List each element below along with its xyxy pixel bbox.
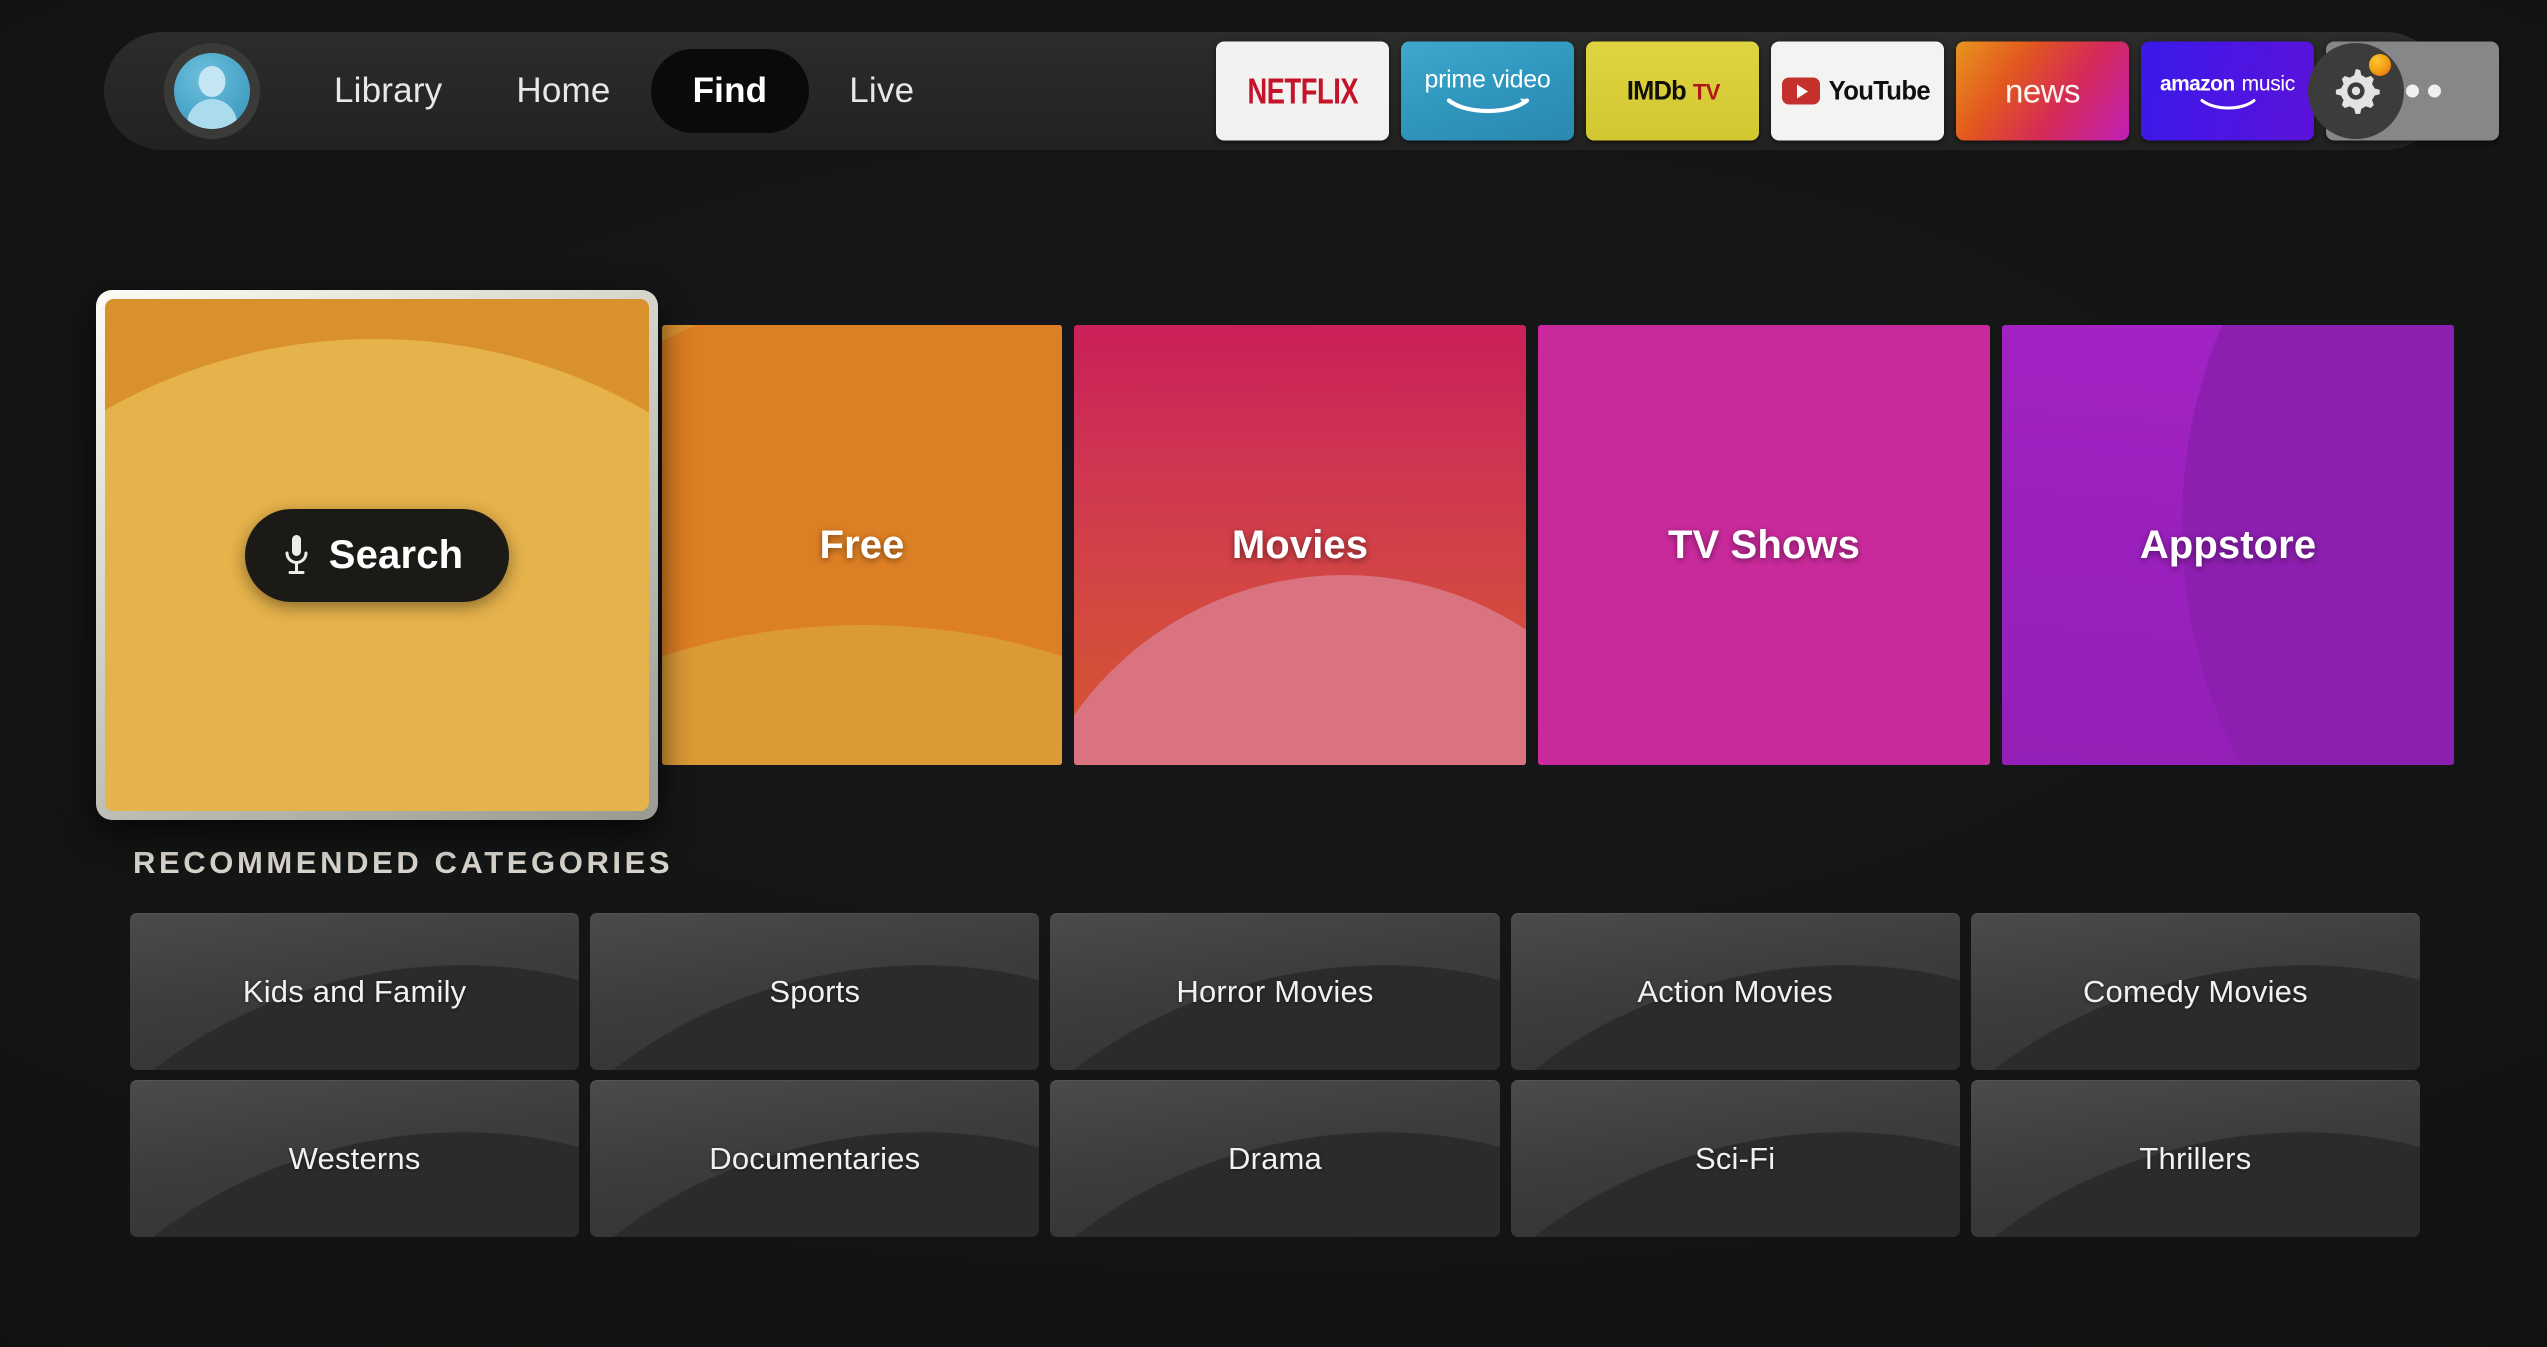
category-tile-westerns[interactable]: Westerns [130, 1080, 580, 1237]
nav-item-home[interactable]: Home [482, 51, 644, 131]
avatar-body-icon [187, 99, 237, 129]
nav-item-library[interactable]: Library [300, 51, 476, 131]
category-tile-drama[interactable]: Drama [1050, 1080, 1500, 1237]
news-logo-text: news [2004, 72, 2081, 109]
recommended-categories-grid: Kids and Family Sports Horror Movies Act… [130, 913, 2420, 1237]
category-tile-sports[interactable]: Sports [590, 913, 1040, 1070]
app-tile-imdb-tv[interactable]: IMDb TV [1586, 41, 1759, 141]
imdb-tv-logo: IMDb TV [1625, 75, 1721, 107]
profile-avatar-button[interactable] [164, 43, 260, 139]
hero-tile-movies[interactable]: Movies [1074, 325, 1526, 765]
category-label: Westerns [288, 1140, 421, 1176]
decorative-blob [1074, 575, 1526, 765]
app-tile-prime-video[interactable]: prime video [1401, 41, 1574, 141]
top-navigation-bar: Library Home Find Live NETFLIX prime vid… [104, 32, 2499, 150]
app-shortcut-tiles: NETFLIX prime video IMDb TV YouTube news… [1216, 41, 2499, 141]
category-label: Thrillers [2139, 1140, 2252, 1176]
hero-tile-search-focused[interactable]: Search [96, 290, 658, 820]
hero-tile-free[interactable]: Free [662, 325, 1062, 765]
nav-items: Library Home Find Live [300, 49, 948, 133]
category-tile-documentaries[interactable]: Documentaries [590, 1080, 1040, 1237]
category-label: Horror Movies [1176, 973, 1374, 1009]
microphone-icon [285, 534, 308, 574]
avatar [174, 53, 250, 129]
netflix-logo-text: NETFLIX [1247, 69, 1358, 112]
app-tile-amazon-music[interactable]: amazon music [2141, 41, 2314, 141]
imdb-tv-suffix-text: TV [1692, 79, 1721, 105]
category-label: Documentaries [709, 1140, 921, 1176]
hero-tile-label: Appstore [2139, 522, 2317, 567]
youtube-logo: YouTube [1782, 76, 1933, 107]
hero-tile-search-surface: Search [105, 299, 649, 811]
category-label: Sports [769, 973, 861, 1009]
category-tile-comedy-movies[interactable]: Comedy Movies [1970, 913, 2420, 1070]
amazon-smile-icon [1446, 97, 1529, 113]
hero-tile-tv-shows[interactable]: TV Shows [1538, 325, 1990, 765]
settings-notification-badge [2369, 54, 2391, 76]
category-label: Sci-Fi [1694, 1140, 1776, 1176]
app-tile-news[interactable]: news [1956, 41, 2129, 141]
settings-button[interactable] [2308, 43, 2404, 139]
category-label: Kids and Family [242, 973, 467, 1009]
category-tile-horror-movies[interactable]: Horror Movies [1050, 913, 1500, 1070]
fire-tv-find-screen: Library Home Find Live NETFLIX prime vid… [0, 0, 2547, 1347]
avatar-head-icon [198, 66, 226, 97]
nav-item-live[interactable]: Live [815, 51, 948, 131]
prime-video-logo-text: prime video [1424, 65, 1551, 93]
hero-tile-row: Free Movies TV Shows Appstore Search [96, 290, 2454, 820]
nav-item-find[interactable]: Find [650, 49, 810, 133]
youtube-play-icon [1782, 77, 1821, 105]
youtube-logo-text: YouTube [1828, 75, 1931, 106]
hero-tile-label: TV Shows [1668, 522, 1860, 567]
hero-tile-label: Movies [1231, 522, 1369, 567]
amazon-music-logo: amazon music [2160, 72, 2295, 96]
search-button-label: Search [328, 532, 464, 577]
amazon-music-word2: music [2241, 72, 2296, 95]
category-tile-kids-and-family[interactable]: Kids and Family [130, 913, 580, 1070]
category-label: Drama [1227, 1140, 1322, 1176]
decorative-blob [662, 625, 1062, 765]
category-label: Comedy Movies [2082, 973, 2308, 1009]
imdb-logo-text: IMDb [1626, 75, 1687, 106]
category-label: Action Movies [1637, 973, 1833, 1009]
category-tile-action-movies[interactable]: Action Movies [1510, 913, 1960, 1070]
amazon-smile-icon-small [2200, 98, 2255, 109]
hero-tile-appstore[interactable]: Appstore [2002, 325, 2454, 765]
amazon-music-word1: amazon [2160, 72, 2235, 95]
app-tile-netflix[interactable]: NETFLIX [1216, 41, 1389, 141]
app-tile-youtube[interactable]: YouTube [1771, 41, 1944, 141]
search-button[interactable]: Search [244, 508, 510, 602]
category-tile-sci-fi[interactable]: Sci-Fi [1510, 1080, 1960, 1237]
category-tile-thrillers[interactable]: Thrillers [1970, 1080, 2420, 1237]
recommended-categories-header: RECOMMENDED CATEGORIES [133, 845, 674, 880]
hero-tile-label: Free [819, 522, 905, 567]
